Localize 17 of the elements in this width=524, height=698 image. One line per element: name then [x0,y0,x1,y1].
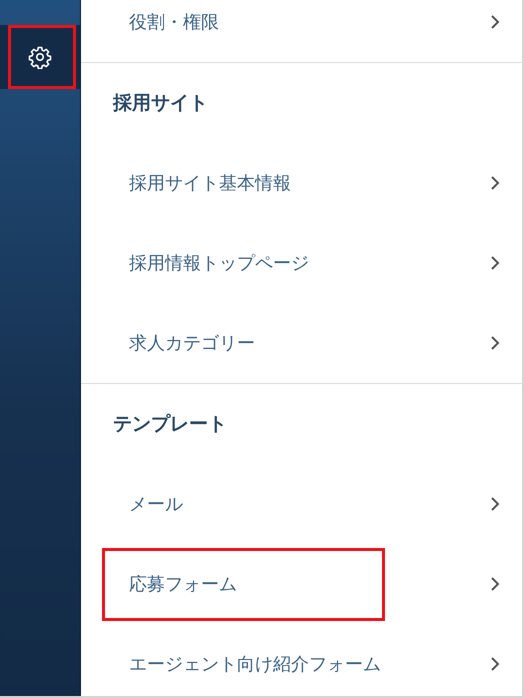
menu-item[interactable]: 採用情報トップページ [129,251,490,275]
menu-item[interactable]: 応募フォーム [129,572,490,596]
menu-item[interactable]: 採用サイト基本情報 [129,171,490,195]
menu-item[interactable]: エージェント向け紹介フォーム [129,652,490,676]
chevron-right-icon [490,14,500,30]
settings-icon [28,45,52,69]
chevron-right-icon [490,576,500,592]
menu-item[interactable]: 求人カテゴリー [129,331,490,355]
chevron-right-icon [490,175,500,191]
chevron-right-icon [490,335,500,351]
chevron-right-icon [490,496,500,512]
menu-item[interactable]: メール [129,492,490,516]
section-heading: テンプレート [112,412,228,437]
menu-item[interactable]: 役割・権限 [129,10,490,34]
chevron-right-icon [490,656,500,672]
chevron-right-icon [490,255,500,271]
section-heading: 採用サイト [112,91,209,116]
